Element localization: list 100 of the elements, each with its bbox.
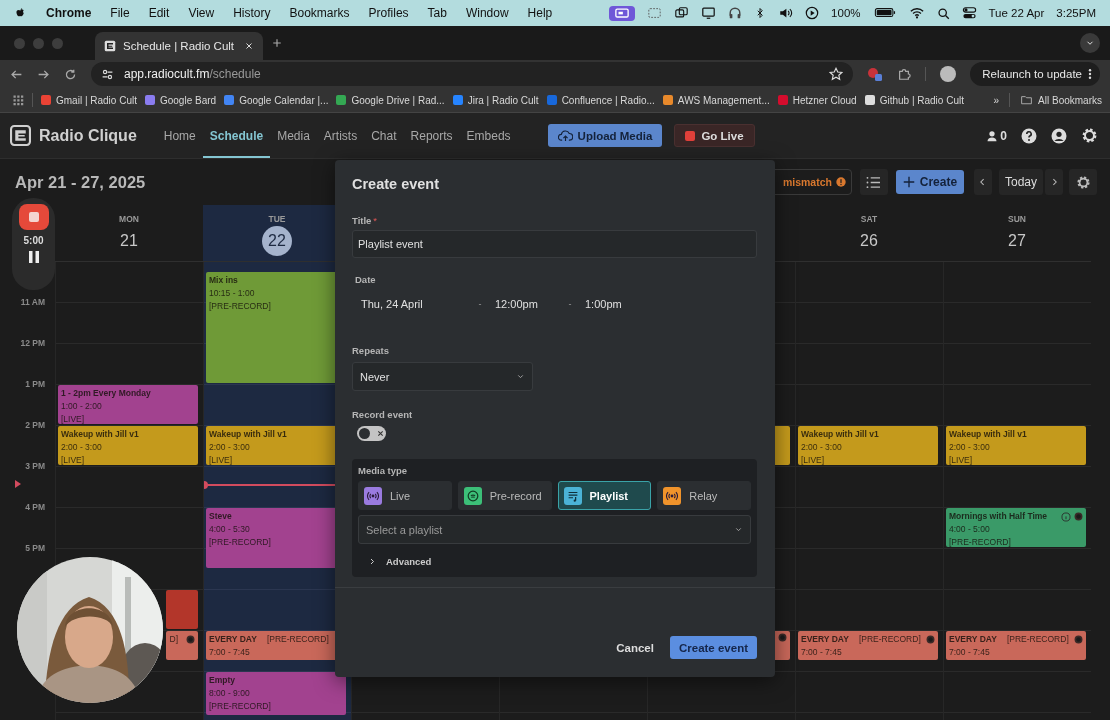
media-type-option[interactable]: Live [358, 481, 452, 510]
menu-item[interactable]: Profiles [368, 6, 409, 20]
bookmark[interactable]: Jira | Radio Cult [452, 94, 539, 106]
bookmark[interactable]: Confluence | Radio... [546, 94, 655, 106]
bookmark[interactable]: Github | Radio Cult [864, 94, 964, 106]
end-time-field[interactable]: 1:00pm [579, 298, 651, 310]
go-live-button[interactable]: Go Live [674, 124, 755, 147]
menu-item[interactable]: File [110, 6, 130, 20]
nav-link[interactable]: Reports [403, 113, 460, 158]
playlist-select[interactable]: Select a playlist [358, 515, 751, 544]
menu-item[interactable]: Window [465, 6, 509, 20]
apps-grid-icon[interactable] [12, 94, 24, 106]
bookmark[interactable]: AWS Management... [662, 94, 770, 106]
day-number[interactable]: 22 [262, 226, 292, 256]
nav-link[interactable]: Chat [364, 113, 404, 158]
event-block[interactable]: Wakeup with Jill v1 2:00 - 3:00 [LIVE] [798, 426, 938, 465]
new-tab-icon[interactable] [271, 37, 283, 49]
headphones-icon[interactable] [728, 6, 743, 20]
nav-link[interactable]: Schedule [202, 113, 271, 158]
list-view-button[interactable] [859, 169, 888, 195]
event-block[interactable]: Mornings with Half Time 4:00 - 5:00 [PRE-RECORD] [946, 508, 1086, 547]
previous-week-button[interactable] [973, 169, 992, 195]
bookmark[interactable]: Google Calendar |... [224, 94, 329, 106]
help-icon[interactable] [1021, 127, 1037, 144]
relaunch-button[interactable]: Relaunch to update [970, 62, 1100, 86]
bookmark-folder[interactable]: All Bookmarks [1020, 94, 1102, 106]
pause-button[interactable] [28, 251, 39, 263]
nav-link[interactable]: Home [156, 113, 203, 158]
menu-item[interactable]: Chrome [46, 6, 92, 20]
record-icon[interactable] [1074, 511, 1083, 521]
record-icon[interactable] [926, 635, 935, 644]
repeats-select[interactable]: Never [352, 362, 533, 391]
close-icon[interactable] [244, 41, 254, 51]
windows-icon[interactable] [674, 6, 690, 20]
play-icon[interactable] [805, 6, 820, 20]
start-time-field[interactable]: 12:00pm [489, 298, 561, 310]
menu-item[interactable]: Tab [427, 6, 447, 20]
event-block[interactable]: Wakeup with Jill v1 2:00 - 3:00 [LIVE] [58, 426, 198, 465]
calendar-settings-button[interactable] [1069, 169, 1097, 195]
menu-item[interactable]: Help [527, 6, 553, 20]
tab-search-button[interactable] [1080, 33, 1100, 53]
screen-share-icon[interactable] [609, 5, 636, 21]
sidebar-icon[interactable] [647, 6, 663, 20]
media-type-option[interactable]: Pre-record [457, 481, 552, 510]
profile-avatar[interactable] [940, 66, 957, 82]
extension-badge-icon[interactable] [867, 66, 884, 82]
control-center-icon[interactable] [961, 6, 977, 20]
menu-item[interactable]: History [233, 6, 271, 20]
record-icon[interactable] [186, 635, 195, 644]
advanced-toggle[interactable]: Advanced [368, 556, 751, 567]
upload-media-button[interactable]: Upload Media [547, 124, 663, 147]
browser-tab[interactable]: Schedule | Radio Cult [95, 32, 263, 60]
site-settings-icon[interactable] [101, 67, 114, 81]
info-icon[interactable] [1061, 511, 1071, 522]
puzzle-icon[interactable] [897, 67, 912, 81]
url-text[interactable]: app.radiocult.fm/schedule [124, 67, 261, 81]
bookmark[interactable]: Google Bard [144, 94, 217, 106]
media-type-option[interactable]: Relay [657, 481, 751, 510]
wifi-icon[interactable] [908, 6, 925, 20]
account-icon[interactable] [1051, 127, 1067, 144]
create-button[interactable]: Create [895, 170, 964, 194]
listener-count[interactable]: 0 [986, 128, 1007, 143]
battery-icon[interactable] [872, 6, 897, 20]
settings-icon[interactable] [1081, 127, 1098, 144]
bookmark[interactable]: Google Drive | Rad... [336, 94, 445, 106]
menu-item[interactable]: Bookmarks [289, 6, 350, 20]
cancel-button[interactable]: Cancel [612, 637, 658, 658]
nav-link[interactable]: Artists [316, 113, 365, 158]
day-number[interactable]: 26 [854, 226, 884, 256]
record-icon[interactable] [778, 633, 787, 642]
record-toggle[interactable] [357, 426, 386, 441]
bookmark[interactable]: Hetzner Cloud [777, 94, 857, 106]
reload-icon[interactable] [64, 67, 77, 81]
address-bar[interactable]: app.radiocult.fm/schedule [91, 62, 854, 86]
display-icon[interactable] [701, 6, 717, 20]
next-week-button[interactable] [1045, 169, 1063, 195]
event-block[interactable]: Wakeup with Jill v1 2:00 - 3:00 [LIVE] [946, 426, 1086, 465]
menubar-date[interactable]: Tue 22 Apr [988, 7, 1045, 19]
media-type-option[interactable]: Playlist [557, 481, 652, 510]
bookmark-star-icon[interactable] [829, 67, 844, 81]
date-field[interactable]: Thu, 24 April [355, 298, 471, 310]
search-icon[interactable] [936, 6, 950, 20]
record-icon[interactable] [1074, 635, 1083, 644]
menu-item[interactable]: View [188, 6, 215, 20]
create-event-button[interactable]: Create event [669, 636, 757, 659]
day-number[interactable]: 27 [1002, 226, 1032, 256]
today-button[interactable]: Today [998, 169, 1043, 195]
nav-link[interactable]: Embeds [459, 113, 518, 158]
volume-icon[interactable] [778, 6, 794, 20]
menu-item[interactable]: Edit [148, 6, 170, 20]
bookmark[interactable]: Gmail | Radio Cult [41, 94, 137, 106]
more-bookmarks[interactable]: » [993, 94, 1000, 106]
menubar-time[interactable]: 3:25PM [1056, 7, 1096, 19]
brand-logo-icon[interactable] [10, 125, 31, 146]
stop-button[interactable] [18, 204, 49, 230]
event-block[interactable]: EVERY DAY [PRE-RECORD] 7:00 - 7:45 [946, 631, 1086, 660]
title-input[interactable]: Playlist event [352, 230, 757, 258]
event-block[interactable]: D] [166, 631, 198, 660]
nav-link[interactable]: Media [270, 113, 317, 158]
event-block[interactable]: EVERY DAY [PRE-RECORD] 7:00 - 7:45 [798, 631, 938, 660]
